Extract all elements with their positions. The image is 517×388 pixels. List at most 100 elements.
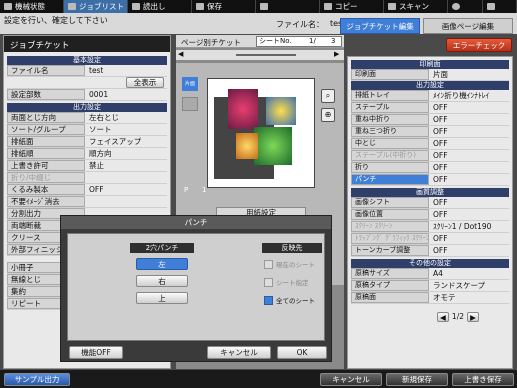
job-list-tab[interactable]: ジョブリスト <box>64 0 128 13</box>
slider-left-arrow-icon[interactable]: ◀ <box>178 50 183 58</box>
scope-all-checkbox[interactable] <box>264 295 273 305</box>
tab-image-page-edit[interactable]: 画像ページ編集 <box>423 18 513 34</box>
dialog-ok-button[interactable]: OK <box>277 346 327 359</box>
punch-right-button[interactable]: 右 <box>136 275 188 287</box>
image-adjust-4-button[interactable]: トーンカーブ調整 <box>351 245 429 256</box>
right-output-0-value: ﾒｲﾝ折り機ｲﾝﾅﾄﾚｲ <box>433 91 490 100</box>
scope-current-sheet[interactable]: 現在のシート <box>264 257 322 271</box>
filename-row: ファイル名 test <box>7 65 167 77</box>
sheet-slider[interactable]: ◀ ▶ <box>176 50 344 60</box>
left-output-1-button[interactable]: ソート/グループ <box>7 124 85 135</box>
footer-bar: サンプル出力 キャンセル 新規保存 上書き保存 <box>0 370 517 388</box>
top-bar: 機械状態 ジョブリスト 読出し 保存 コピー スキャン <box>0 0 517 13</box>
save-tab[interactable]: 保存 <box>192 0 256 13</box>
page-ticket-header: ページ別チケット シートNo. 1/ 3 <box>176 35 344 48</box>
right-output-2-row: 重ね中折り OFF <box>351 114 509 126</box>
right-output-3-button[interactable]: 重ね三つ折り <box>351 126 429 137</box>
box-tab[interactable] <box>256 0 320 13</box>
header: 設定を行い、確定して下さい ファイル名： test ジョブチケット編集 画像ペー… <box>0 13 517 34</box>
punch-left-button[interactable]: 左 <box>136 258 188 270</box>
sheet-number-total: 3 <box>331 37 336 45</box>
menu-icon <box>486 3 495 10</box>
left-output-0-button[interactable]: 両面とじ方向 <box>7 112 85 123</box>
filename-setting-value: test <box>89 66 104 75</box>
left-output-3-button[interactable]: 排紙順 <box>7 148 85 159</box>
right-output-7-button[interactable]: パンチ <box>351 174 429 185</box>
other-setting-0-button[interactable]: 原稿サイズ <box>351 268 429 279</box>
save-new-button[interactable]: 新規保存 <box>386 373 448 386</box>
error-check-button[interactable]: エラーチェック <box>446 38 512 52</box>
right-output-1-button[interactable]: ステープル <box>351 102 429 113</box>
other-setting-1-button[interactable]: 原稿タイプ <box>351 280 429 291</box>
zoom-in-icon[interactable]: ⊕ <box>321 108 335 122</box>
left-output-7-button[interactable]: 不要ｲﾒｰｼﾞ消去 <box>7 196 85 207</box>
left-output-2-button[interactable]: 排紙面 <box>7 136 85 147</box>
image-adjust-3-button[interactable]: ﾄﾗｯﾌﾟﾝｸﾞ ｸﾞﾗﾌｨｯｸ ｽｸﾘｰﾝ <box>351 233 429 244</box>
other-setting-0-value: A4 <box>433 269 443 278</box>
left-output-3-row: 排紙順 順方向 <box>7 148 167 160</box>
right-output-1-row: ステープル OFF <box>351 102 509 114</box>
scope-specified-checkbox[interactable] <box>264 277 273 287</box>
machine-status-tab[interactable]: 機械状態 <box>0 0 64 13</box>
output-settings-header: 出力設定 <box>7 103 167 112</box>
punch-top-button[interactable]: 上 <box>136 292 188 304</box>
menu-tab[interactable] <box>483 0 517 13</box>
read-tab[interactable]: 読出し <box>128 0 192 13</box>
zoom-out-icon[interactable]: ⌕ <box>321 89 335 103</box>
fruit-photo <box>236 133 258 159</box>
right-output-6-row: 折り OFF <box>351 162 509 174</box>
image-adjust-1-button[interactable]: 画像位置 <box>351 209 429 220</box>
function-off-button[interactable]: 機能OFF <box>69 346 123 359</box>
tab-job-ticket-edit[interactable]: ジョブチケット編集 <box>340 18 420 34</box>
right-output-0-button[interactable]: 排紙トレイ <box>351 90 429 101</box>
copies-setting-button[interactable]: 設定部数 <box>7 89 85 100</box>
scope-specified-sheet[interactable]: シート指定 <box>264 275 322 289</box>
instruction-text: 設定を行い、確定して下さい <box>4 16 108 25</box>
pager-next-icon[interactable]: ▶ <box>467 312 479 322</box>
image-adjust-2-button[interactable]: ｽｸﾘｰﾝ ｽｸﾘｰﾝ <box>351 221 429 232</box>
show-all-button[interactable]: 全表示 <box>126 77 164 88</box>
filename-setting-button[interactable]: ファイル名 <box>7 65 85 76</box>
other-setting-2-button[interactable]: 原稿面 <box>351 292 429 303</box>
image-adjust-3-row: ﾄﾗｯﾌﾟﾝｸﾞ ｸﾞﾗﾌｨｯｸ ｽｸﾘｰﾝ OFF <box>351 233 509 245</box>
left-output-7-row: 不要ｲﾒｰｼﾞ消去 <box>7 196 167 208</box>
right-output-4-value: OFF <box>433 139 448 148</box>
image-adjust-0-button[interactable]: 画像シフト <box>351 197 429 208</box>
image-adjust-0-value: OFF <box>433 198 448 207</box>
right-output-4-button[interactable]: 中とじ <box>351 138 429 149</box>
page-label: P <box>184 186 189 194</box>
scan-tab[interactable]: スキャン <box>384 0 448 13</box>
image-adjust-2-value: ｽｸﾘｰﾝ1 / Dot190 <box>433 222 492 231</box>
settings-panel-right: 印刷面 印刷面 片面 出力設定 排紙トレイ ﾒｲﾝ折り機ｲﾝﾅﾄﾚｲ ステープル OF… <box>347 56 513 369</box>
right-output-6-button[interactable]: 折り <box>351 162 429 173</box>
sheet-number-box[interactable]: シートNo. 1/ 3 <box>256 36 342 47</box>
left-output-5-button[interactable]: 折り/中綴じ <box>7 172 85 183</box>
left-output-6-button[interactable]: くるみ製本 <box>7 184 85 195</box>
dialog-cancel-button[interactable]: キャンセル <box>207 346 271 359</box>
globe-tab[interactable] <box>448 0 483 13</box>
side-indicator-back[interactable] <box>182 97 198 111</box>
slider-right-arrow-icon[interactable]: ▶ <box>334 50 339 58</box>
read-icon <box>132 3 140 10</box>
right-output-2-button[interactable]: 重ね中折り <box>351 114 429 125</box>
pager-prev-icon[interactable]: ◀ <box>436 312 449 322</box>
page-thumbnail <box>207 78 315 188</box>
cancel-button[interactable]: キャンセル <box>320 373 382 386</box>
overwrite-save-button[interactable]: 上書き保存 <box>452 373 514 386</box>
scope-current-checkbox[interactable] <box>264 259 273 269</box>
scan-icon <box>388 3 396 10</box>
image-adjust-header: 画質調整 <box>351 188 509 197</box>
scope-all-sheets[interactable]: 全てのシート <box>264 293 322 307</box>
print-side-button[interactable]: 印刷面 <box>351 69 429 80</box>
copy-tab[interactable]: コピー <box>320 0 384 13</box>
other-setting-1-row: 原稿タイプ ランドスケープ <box>351 280 509 292</box>
right-output-1-value: OFF <box>433 103 448 112</box>
right-output-2-value: OFF <box>433 115 448 124</box>
side-indicator-front[interactable]: 片面 <box>182 77 198 91</box>
left-output-4-button[interactable]: 上書き許可 <box>7 160 85 171</box>
right-output-5-button[interactable]: ステープル(中折り) <box>351 150 429 161</box>
job-ticket-title: ジョブチケット <box>4 36 170 52</box>
right-output-3-value: OFF <box>433 127 448 136</box>
image-adjust-list: 画像シフト OFF 画像位置 OFF ｽｸﾘｰﾝ ｽｸﾘｰﾝ ｽｸﾘｰﾝ1 / Dot19… <box>351 197 509 257</box>
sample-output-button[interactable]: サンプル出力 <box>4 373 70 386</box>
